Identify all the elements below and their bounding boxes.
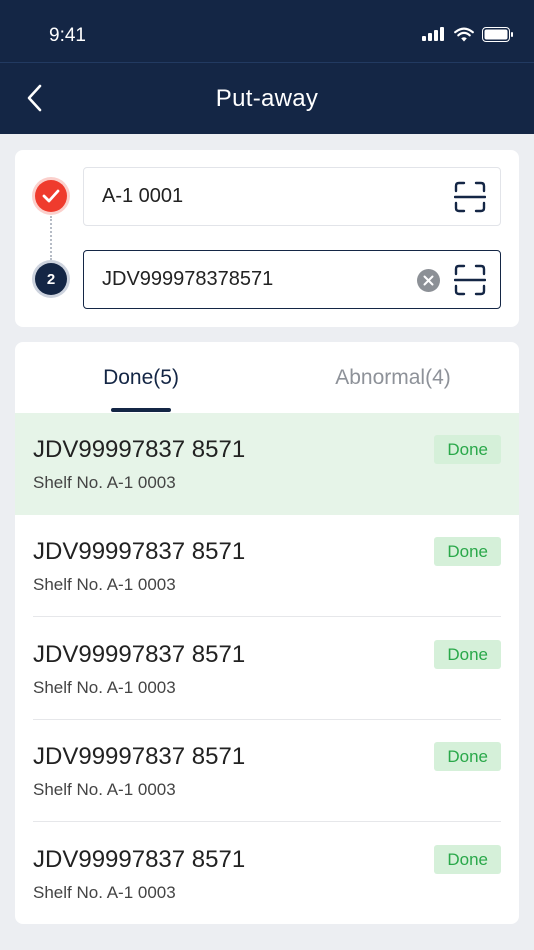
wifi-icon xyxy=(454,27,474,41)
status-badge: Done xyxy=(434,537,501,566)
waybill-number-field[interactable]: JDV999978378571 xyxy=(83,250,501,309)
waybill-scan-button[interactable] xyxy=(453,264,487,296)
shelf-number-field[interactable]: A-1 0001 xyxy=(83,167,501,226)
signal-icon xyxy=(422,27,444,41)
row-divider xyxy=(33,821,501,822)
step-1-complete-indicator xyxy=(35,180,67,212)
tab-bar: Done(5) Abnormal(4) xyxy=(15,342,519,413)
scan-input-card: 2 A-1 0001 JDV999978378571 xyxy=(15,150,519,327)
scan-icon xyxy=(453,264,487,296)
waybill-code: JDV99997837 8571 xyxy=(33,846,246,873)
list-item[interactable]: JDV99997837 8571 Shelf No. A-1 0003 Done xyxy=(15,823,519,924)
status-badge: Done xyxy=(434,435,501,464)
list-item[interactable]: JDV99997837 8571 Shelf No. A-1 0003 Done xyxy=(15,618,519,720)
waybill-code: JDV99997837 8571 xyxy=(33,538,246,565)
clear-icon xyxy=(423,275,434,286)
list-item[interactable]: JDV99997837 8571 Shelf No. A-1 0003 Done xyxy=(15,413,519,515)
status-badge: Done xyxy=(434,742,501,771)
battery-icon xyxy=(482,26,513,42)
status-badge: Done xyxy=(434,640,501,669)
shelf-label: Shelf No. A-1 0003 xyxy=(33,678,176,697)
waybill-code: JDV99997837 8571 xyxy=(33,641,246,668)
app-header: 9:41 Put-away xyxy=(0,0,534,134)
status-time: 9:41 xyxy=(49,25,86,46)
shelf-label: Shelf No. A-1 0003 xyxy=(33,780,176,799)
waybill-code: JDV99997837 8571 xyxy=(33,436,246,463)
page-title: Put-away xyxy=(215,85,319,112)
row-divider xyxy=(33,616,501,617)
status-badge: Done xyxy=(434,845,501,874)
shelf-label: Shelf No. A-1 0003 xyxy=(33,575,176,594)
scan-icon xyxy=(453,181,487,213)
waybill-number-value: JDV999978378571 xyxy=(102,268,274,290)
active-tab-indicator xyxy=(111,408,171,412)
shelf-label: Shelf No. A-1 0003 xyxy=(33,473,176,492)
list-item[interactable]: JDV99997837 8571 Shelf No. A-1 0003 Done xyxy=(15,515,519,617)
nav-bar: Put-away xyxy=(0,63,534,134)
status-bar: 9:41 xyxy=(0,0,534,62)
step-connector xyxy=(50,216,52,260)
tab-abnormal[interactable]: Abnormal(4) xyxy=(267,342,519,413)
check-icon xyxy=(42,189,60,203)
step-2-indicator: 2 xyxy=(35,263,67,295)
waybill-code: JDV99997837 8571 xyxy=(33,743,246,770)
list-item[interactable]: JDV99997837 8571 Shelf No. A-1 0003 Done xyxy=(15,720,519,822)
tab-done[interactable]: Done(5) xyxy=(15,342,267,413)
shelf-number-value: A-1 0001 xyxy=(102,185,184,207)
shelf-label: Shelf No. A-1 0003 xyxy=(33,883,176,902)
result-list-card: Done(5) Abnormal(4) JDV99997837 8571 She… xyxy=(15,342,519,924)
status-icons xyxy=(422,24,514,44)
shelf-scan-button[interactable] xyxy=(453,181,487,213)
clear-button[interactable] xyxy=(417,269,440,292)
